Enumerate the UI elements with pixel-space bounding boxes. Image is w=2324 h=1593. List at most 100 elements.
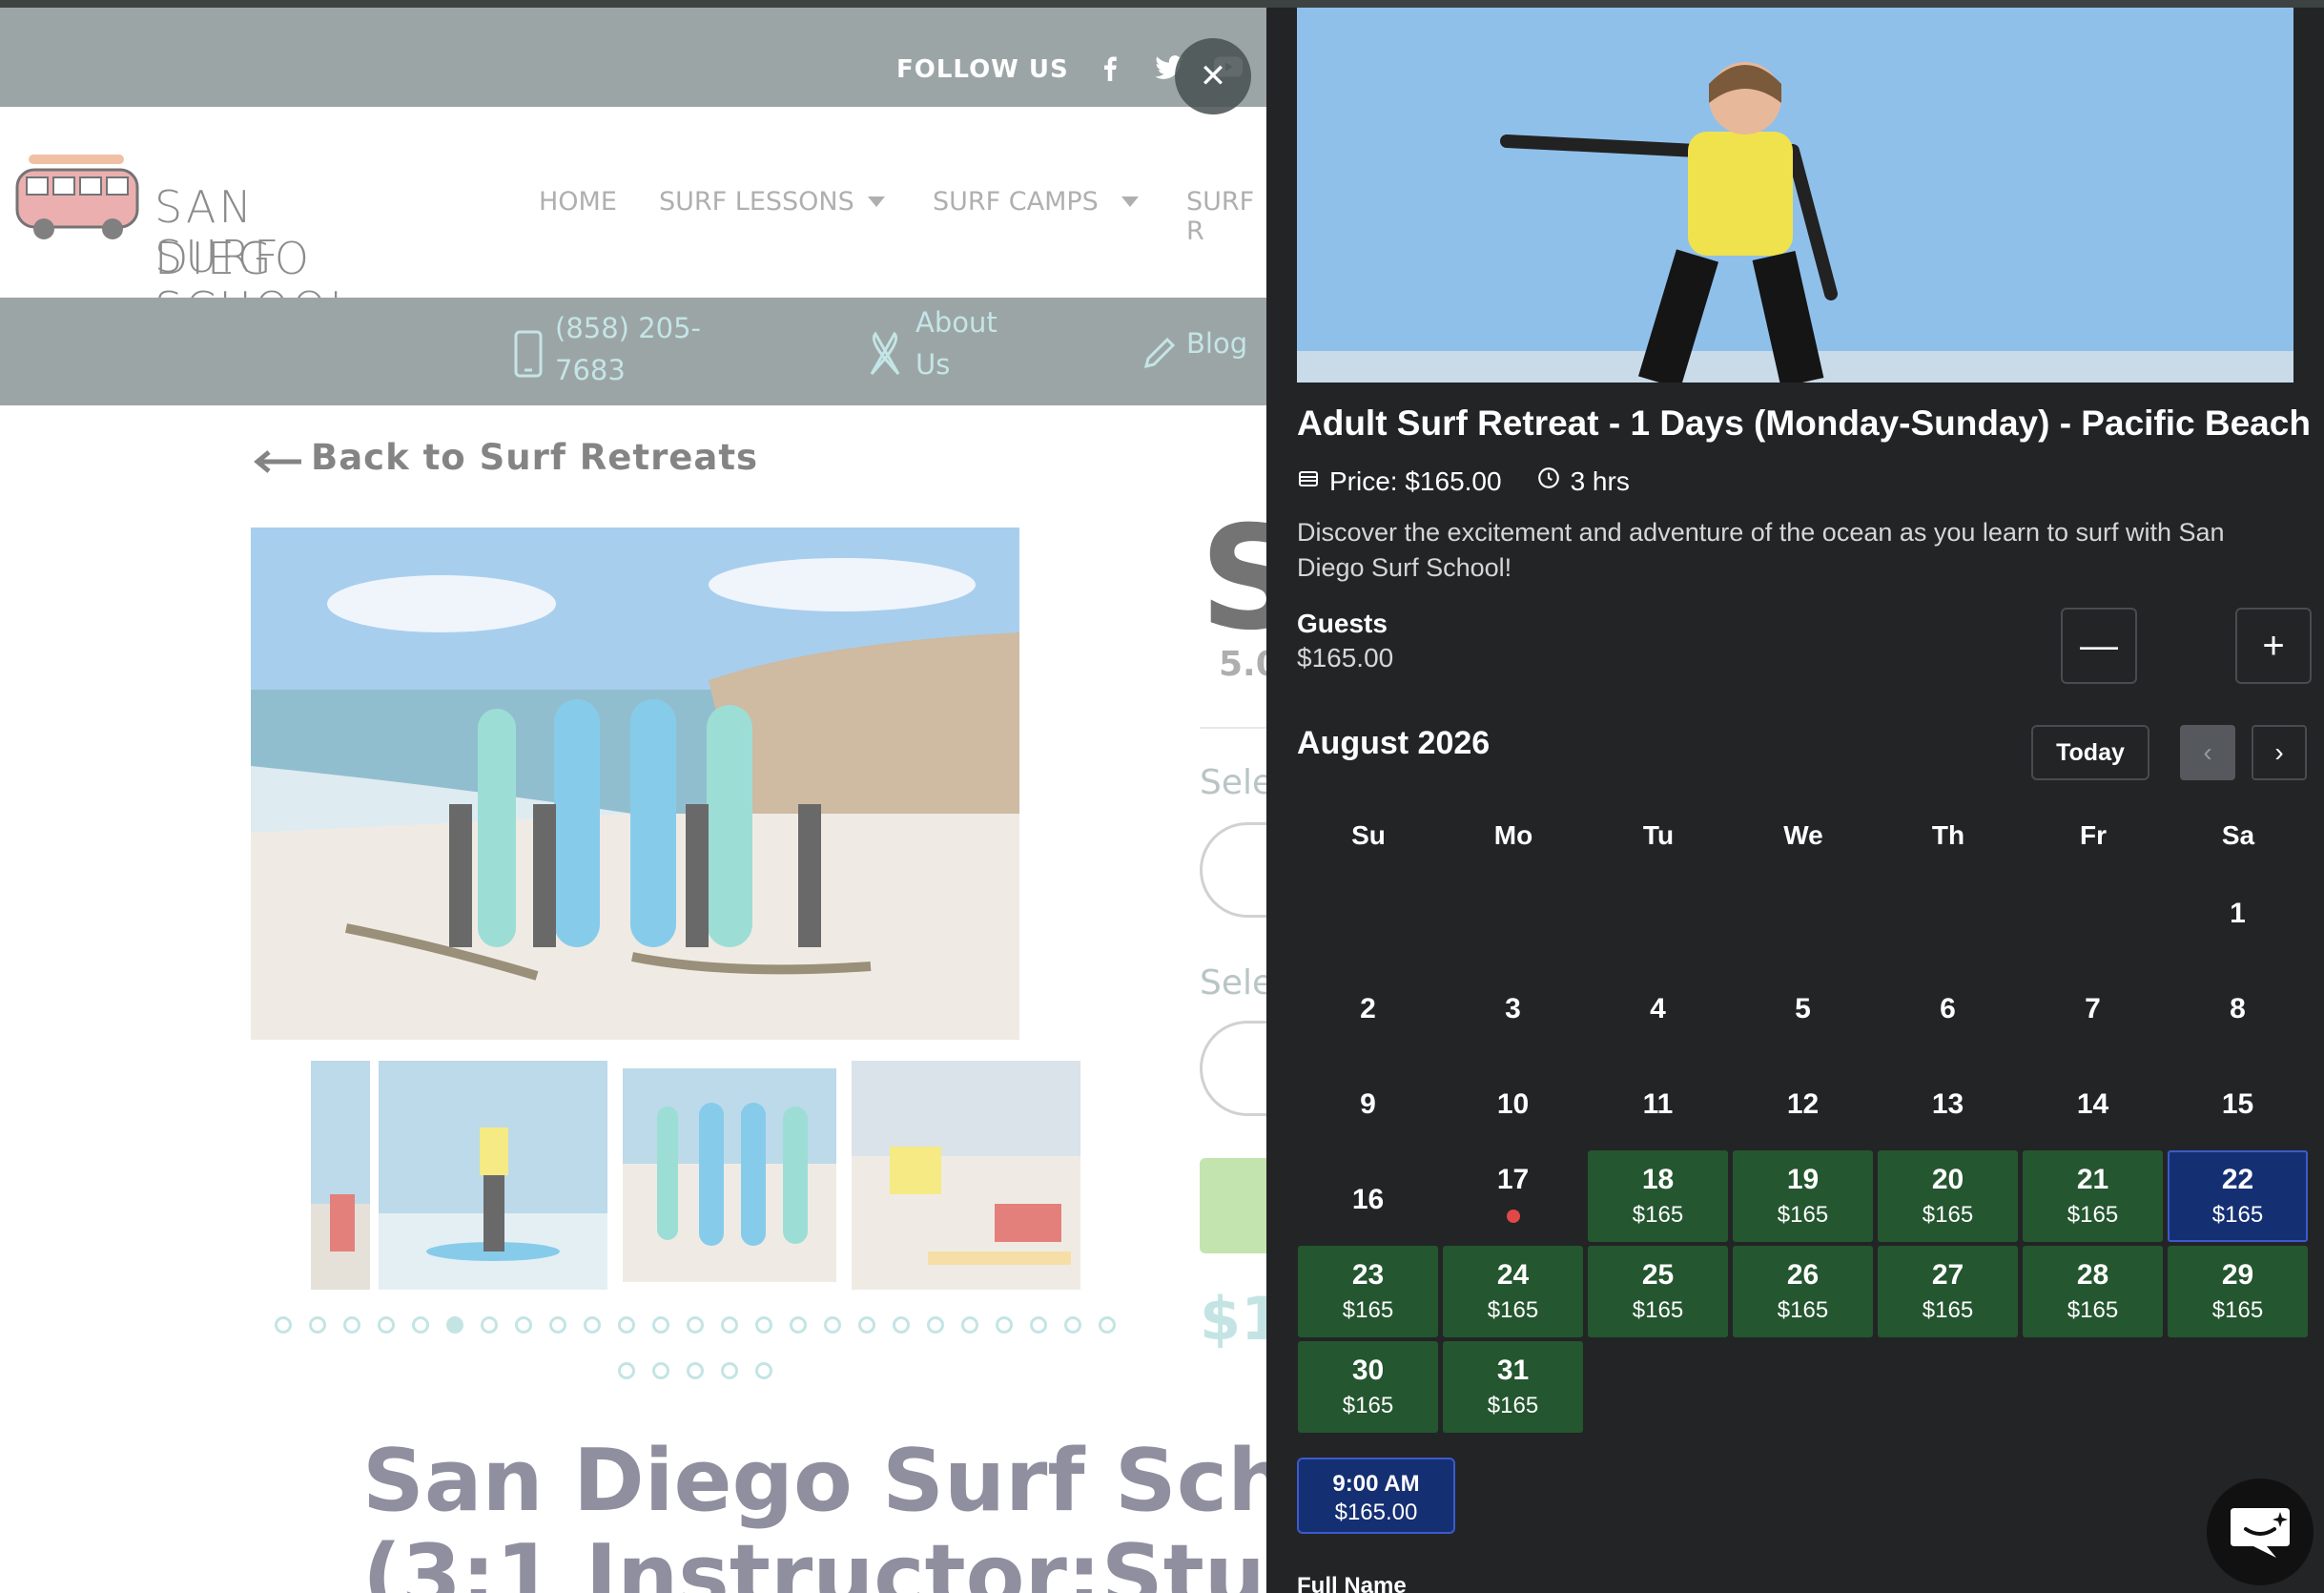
- calendar-day[interactable]: 1: [2168, 864, 2308, 956]
- calendar-day[interactable]: 15: [2168, 1055, 2308, 1147]
- chevron-left-icon[interactable]: ‹: [2180, 725, 2235, 780]
- calendar-day[interactable]: 30 $165: [1298, 1341, 1438, 1433]
- retreat-description: Discover the excitement and adventure of…: [1297, 518, 2225, 582]
- weekday-header: Mo: [1493, 820, 1533, 850]
- day-number: 19: [1786, 1164, 1820, 1195]
- calendar-day[interactable]: 6: [1878, 960, 2018, 1051]
- price-duration-row: Price: $165.00 3 hrs: [1297, 465, 1630, 497]
- full-name-label: Full Name: [1297, 1573, 1407, 1593]
- calendar-day[interactable]: 29 $165: [2168, 1246, 2308, 1337]
- day-number: 17: [1496, 1164, 1530, 1195]
- weekday-header: Tu: [1642, 820, 1675, 850]
- time-slot-button[interactable]: 9:00 AM $165.00: [1297, 1458, 1455, 1534]
- calendar-day[interactable]: 25 $165: [1588, 1246, 1728, 1337]
- day-number: 10: [1496, 1088, 1530, 1120]
- calendar-day[interactable]: 8: [2168, 960, 2308, 1051]
- day-number: 26: [1786, 1259, 1820, 1291]
- calendar-day[interactable]: 24 $165: [1443, 1246, 1583, 1337]
- clock-icon: [1536, 465, 1561, 497]
- day-number: 1: [2230, 898, 2246, 929]
- duration-label: 3 hrs: [1570, 465, 1630, 496]
- background-website: FOLLOW US SAN DIEGO SURF SCHOOL: [0, 0, 1266, 1593]
- hero-photo: [1297, 8, 2293, 383]
- weekday-header: Sa: [2221, 820, 2255, 850]
- day-number: 28: [2076, 1259, 2109, 1291]
- browser-top-edge: [0, 0, 2324, 8]
- day-price: $165: [1632, 1202, 1684, 1228]
- slot-time: 9:00 AM: [1332, 1471, 1420, 1497]
- calendar-day[interactable]: 23 $165: [1298, 1246, 1438, 1337]
- day-price: $165: [1632, 1297, 1684, 1323]
- calendar-day[interactable]: 31 $165: [1443, 1341, 1583, 1433]
- day-price: $165: [2067, 1297, 2119, 1323]
- chat-icon[interactable]: [2207, 1479, 2314, 1585]
- calendar-day[interactable]: 27 $165: [1878, 1246, 2018, 1337]
- day-number: 15: [2221, 1088, 2254, 1120]
- day-number: 5: [1795, 993, 1811, 1024]
- day-number: 23: [1351, 1259, 1385, 1291]
- day-number: 13: [1931, 1088, 1964, 1120]
- calendar-day[interactable]: 22 $165: [2168, 1150, 2308, 1242]
- day-number: 14: [2076, 1088, 2109, 1120]
- day-number: 16: [1351, 1184, 1385, 1215]
- decrease-guests-button[interactable]: —: [2061, 608, 2137, 684]
- today-button[interactable]: Today: [2031, 725, 2149, 780]
- day-price: $165: [1777, 1297, 1829, 1323]
- day-number: 22: [2221, 1164, 2254, 1195]
- day-price: $165: [1777, 1202, 1829, 1228]
- calendar-day[interactable]: 14: [2023, 1055, 2163, 1147]
- calendar-day[interactable]: 16: [1298, 1150, 1438, 1242]
- calendar-day[interactable]: 26 $165: [1733, 1246, 1873, 1337]
- day-number: 29: [2221, 1259, 2254, 1291]
- day-price: $165: [1922, 1202, 1974, 1228]
- calendar-day[interactable]: 9: [1298, 1055, 1438, 1147]
- calendar-day[interactable]: 28 $165: [2023, 1246, 2163, 1337]
- day-number: 12: [1786, 1088, 1820, 1120]
- calendar-day[interactable]: 5: [1733, 960, 1873, 1051]
- price-label: Price: $165.00: [1329, 465, 1502, 496]
- calendar-day[interactable]: 17: [1443, 1150, 1583, 1242]
- booking-panel: Adult Surf Retreat - 1 Days (Monday-Sund…: [1266, 8, 2324, 1593]
- modal-backdrop[interactable]: [0, 0, 1266, 1593]
- day-number: 31: [1496, 1355, 1530, 1386]
- weekday-header: Su: [1351, 820, 1386, 850]
- guests-price: $165.00: [1297, 643, 1394, 672]
- day-price: $165: [2211, 1202, 2264, 1228]
- retreat-title: Adult Surf Retreat - 1 Days (Monday-Sund…: [1297, 403, 2311, 443]
- calendar-day[interactable]: 21 $165: [2023, 1150, 2163, 1242]
- weekday-header: Th: [1931, 820, 1965, 850]
- calendar-day[interactable]: 4: [1588, 960, 1728, 1051]
- day-number: 27: [1931, 1259, 1964, 1291]
- calendar-day[interactable]: 13: [1878, 1055, 2018, 1147]
- weekday-header: Fr: [2080, 820, 2107, 850]
- chevron-right-icon[interactable]: ›: [2252, 725, 2307, 780]
- calendar-day[interactable]: 18 $165: [1588, 1150, 1728, 1242]
- calendar-day[interactable]: 12: [1733, 1055, 1873, 1147]
- day-price: $165: [1342, 1393, 1394, 1418]
- day-price: $165: [1487, 1297, 1539, 1323]
- day-price: $165: [1487, 1393, 1539, 1418]
- calendar-day[interactable]: 19 $165: [1733, 1150, 1873, 1242]
- calendar-day[interactable]: 7: [2023, 960, 2163, 1051]
- day-number: 24: [1496, 1259, 1530, 1291]
- calendar-day[interactable]: 20 $165: [1878, 1150, 2018, 1242]
- calendar-day[interactable]: 3: [1443, 960, 1583, 1051]
- day-number: 4: [1650, 993, 1666, 1024]
- day-number: 25: [1641, 1259, 1675, 1291]
- day-number: 8: [2230, 993, 2246, 1024]
- calendar-day[interactable]: 11: [1588, 1055, 1728, 1147]
- day-number: 20: [1931, 1164, 1964, 1195]
- day-price: $165: [2067, 1202, 2119, 1228]
- calendar-day[interactable]: 10: [1443, 1055, 1583, 1147]
- day-number: 21: [2076, 1164, 2109, 1195]
- close-icon[interactable]: ✕: [1175, 38, 1251, 114]
- slot-price: $165.00: [1334, 1500, 1418, 1525]
- weekday-header: We: [1783, 820, 1823, 850]
- day-number: 2: [1360, 993, 1376, 1024]
- day-number: 18: [1641, 1164, 1675, 1195]
- calendar-day[interactable]: 2: [1298, 960, 1438, 1051]
- day-number: 6: [1940, 993, 1956, 1024]
- increase-guests-button[interactable]: +: [2235, 608, 2312, 684]
- guests-label: Guests: [1297, 609, 1388, 638]
- day-number: 11: [1642, 1088, 1674, 1120]
